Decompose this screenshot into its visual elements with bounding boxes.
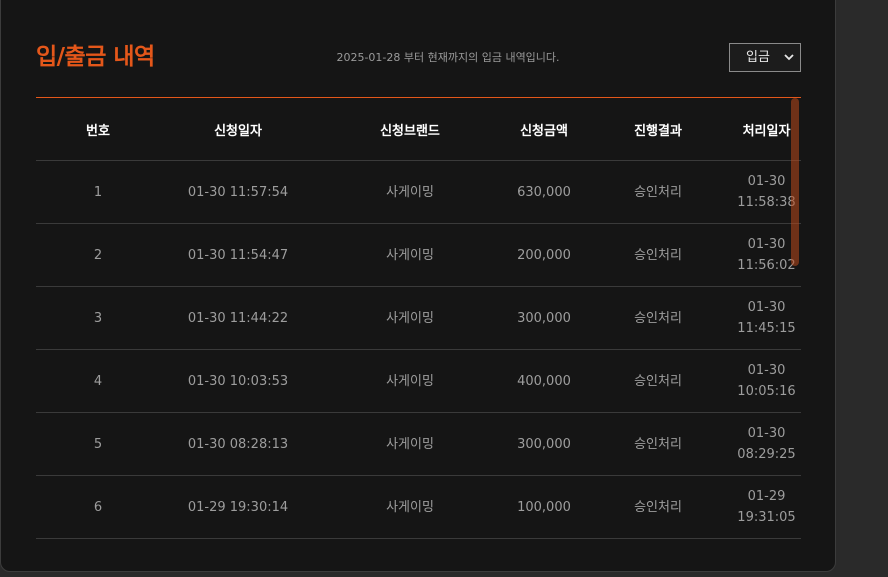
transaction-table: 번호 신청일자 신청브랜드 신청금액 진행결과 처리일자 1 01-30 11:…	[36, 98, 801, 539]
column-header-status: 진행결과	[584, 98, 732, 161]
status: 승인처리	[584, 160, 732, 224]
column-header-brand: 신청브랜드	[316, 98, 504, 161]
table-header-row: 번호 신청일자 신청브랜드 신청금액 진행결과 처리일자	[36, 98, 801, 161]
brand: 사게이밍	[316, 160, 504, 224]
row-number: 4	[36, 349, 160, 413]
request-time: 01-30 08:28:13	[160, 412, 316, 476]
status: 승인처리	[584, 349, 732, 413]
processed-time-cell: 01-30 08:29:25	[732, 412, 801, 476]
amount: 400,000	[504, 349, 584, 413]
processed-date: 01-30	[747, 363, 786, 378]
type-filter-select[interactable]: 입금	[729, 43, 801, 72]
status: 승인처리	[584, 412, 732, 476]
processed-time: 11:45:15	[737, 321, 796, 336]
column-header-number: 번호	[36, 98, 160, 161]
table-row: 6 01-29 19:30:14 사게이밍 100,000 승인처리 01-29…	[36, 475, 801, 539]
request-time: 01-29 19:30:14	[160, 475, 316, 539]
amount: 100,000	[504, 475, 584, 539]
row-number: 6	[36, 475, 160, 539]
brand: 사게이밍	[316, 475, 504, 539]
column-header-amount: 신청금액	[504, 98, 584, 161]
table-row: 4 01-30 10:03:53 사게이밍 400,000 승인처리 01-30…	[36, 349, 801, 413]
request-time: 01-30 11:57:54	[160, 160, 316, 224]
amount: 300,000	[504, 286, 584, 350]
request-time: 01-30 11:54:47	[160, 223, 316, 287]
processed-time: 19:31:05	[737, 510, 796, 525]
row-number: 3	[36, 286, 160, 350]
row-number: 2	[36, 223, 160, 287]
table-row: 3 01-30 11:44:22 사게이밍 300,000 승인처리 01-30…	[36, 286, 801, 350]
brand: 사게이밍	[316, 349, 504, 413]
brand: 사게이밍	[316, 412, 504, 476]
status: 승인처리	[584, 286, 732, 350]
amount: 300,000	[504, 412, 584, 476]
type-filter-value: 입금	[746, 50, 770, 65]
processed-time-cell: 01-29 19:31:05	[732, 475, 801, 539]
processed-date: 01-29	[747, 489, 786, 504]
column-header-request-time: 신청일자	[160, 98, 316, 161]
table-row: 1 01-30 11:57:54 사게이밍 630,000 승인처리 01-30…	[36, 160, 801, 224]
processed-date: 01-30	[747, 300, 786, 315]
table-scrollbar-thumb[interactable]	[791, 98, 799, 266]
processed-date: 01-30	[747, 426, 786, 441]
request-time: 01-30 10:03:53	[160, 349, 316, 413]
status: 승인처리	[584, 475, 732, 539]
processed-time-cell: 01-30 11:45:15	[732, 286, 801, 350]
page-title: 입/출금 내역	[36, 44, 155, 70]
brand: 사게이밍	[316, 223, 504, 287]
amount: 630,000	[504, 160, 584, 224]
date-range-notice: 2025-01-28 부터 현재까지의 입금 내역입니다.	[336, 51, 560, 64]
processed-time-cell: 01-30 10:05:16	[732, 349, 801, 413]
amount: 200,000	[504, 223, 584, 287]
brand: 사게이밍	[316, 286, 504, 350]
processed-time: 10:05:16	[737, 384, 796, 399]
row-number: 1	[36, 160, 160, 224]
row-number: 5	[36, 412, 160, 476]
chevron-down-icon	[784, 54, 794, 61]
table-row: 2 01-30 11:54:47 사게이밍 200,000 승인처리 01-30…	[36, 223, 801, 287]
status: 승인처리	[584, 223, 732, 287]
request-time: 01-30 11:44:22	[160, 286, 316, 350]
processed-time: 08:29:25	[737, 447, 796, 462]
table-row: 5 01-30 08:28:13 사게이밍 300,000 승인처리 01-30…	[36, 412, 801, 476]
